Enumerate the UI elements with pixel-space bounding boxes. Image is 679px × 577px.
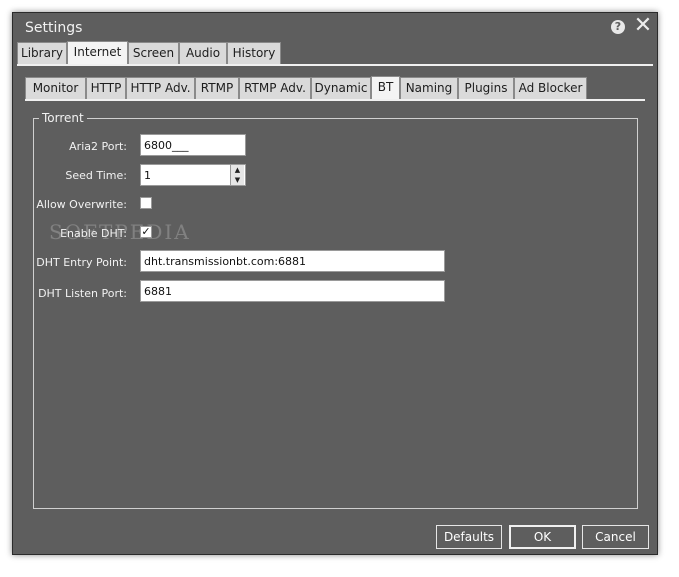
allow-overwrite-label: Allow Overwrite: xyxy=(36,198,127,211)
tab-naming[interactable]: Naming xyxy=(400,77,458,99)
allow-overwrite-checkbox[interactable] xyxy=(140,197,152,209)
cancel-button[interactable]: Cancel xyxy=(582,525,649,549)
tab-rtmp[interactable]: RTMP xyxy=(195,77,239,99)
tab-ad-blocker[interactable]: Ad Blocker xyxy=(514,77,587,99)
title-bar: Settings ? ✕ xyxy=(13,13,657,43)
tab-rtmp-adv[interactable]: RTMP Adv. xyxy=(239,77,311,99)
torrent-group-label: Torrent xyxy=(39,111,87,125)
dht-entry-point-input[interactable] xyxy=(140,250,445,272)
tab-dynamic[interactable]: Dynamic xyxy=(311,77,371,99)
dht-listen-port-label: DHT Listen Port: xyxy=(38,287,127,300)
tab-internet[interactable]: Internet xyxy=(67,41,128,65)
spin-down-icon[interactable]: ▼ xyxy=(231,175,244,185)
aria2-port-label: Aria2 Port: xyxy=(69,140,127,153)
ok-button[interactable]: OK xyxy=(509,525,576,549)
dht-listen-port-input[interactable] xyxy=(140,280,445,302)
tab-audio[interactable]: Audio xyxy=(179,42,227,64)
tab-plugins[interactable]: Plugins xyxy=(458,77,514,99)
tab-monitor[interactable]: Monitor xyxy=(25,77,86,99)
checkmark-icon: ✓ xyxy=(141,225,151,238)
tab-http-adv[interactable]: HTTP Adv. xyxy=(126,77,195,99)
settings-window: Settings ? ✕ Library Internet Screen Aud… xyxy=(12,12,658,555)
tab-http[interactable]: HTTP xyxy=(86,77,126,99)
tab-history[interactable]: History xyxy=(227,42,281,64)
tab-library[interactable]: Library xyxy=(17,42,67,64)
dht-entry-point-label: DHT Entry Point: xyxy=(36,256,127,269)
spin-up-icon[interactable]: ▲ xyxy=(231,165,244,175)
window-title: Settings xyxy=(25,20,83,36)
defaults-button[interactable]: Defaults xyxy=(436,525,502,549)
tab-bt[interactable]: BT xyxy=(371,76,400,100)
help-icon[interactable]: ? xyxy=(611,20,625,34)
tab-screen[interactable]: Screen xyxy=(128,42,179,64)
seed-time-label: Seed Time: xyxy=(65,169,127,182)
sub-tab-underline xyxy=(25,99,645,101)
enable-dht-label: Enable DHT: xyxy=(60,227,127,240)
seed-time-stepper[interactable]: ▲ ▼ xyxy=(230,165,244,185)
main-tab-underline xyxy=(17,64,653,66)
aria2-port-input[interactable] xyxy=(140,134,246,156)
enable-dht-checkbox[interactable]: ✓ xyxy=(140,226,152,238)
close-icon[interactable]: ✕ xyxy=(633,15,653,37)
